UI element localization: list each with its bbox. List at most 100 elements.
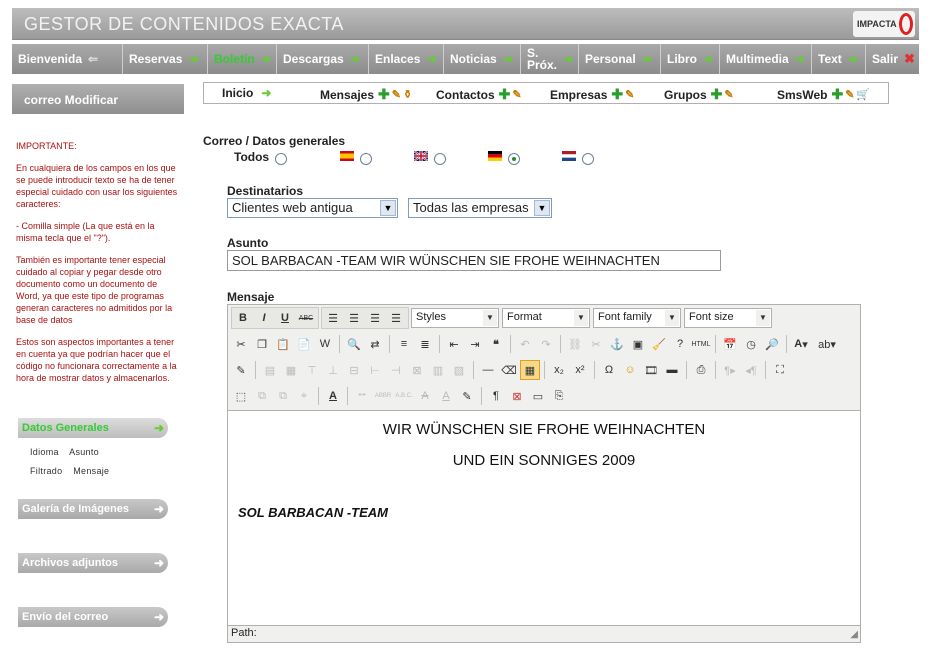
edit-icon[interactable]: ✎ (512, 88, 521, 101)
blockquote-icon[interactable]: ❝ (486, 334, 506, 354)
insert-time-icon[interactable]: ◷ (741, 334, 761, 354)
menu-salir[interactable]: Salir ✖ (866, 44, 918, 74)
subnav-empresas[interactable]: Empresas ✚ ✎ (550, 86, 634, 103)
edit-css-icon[interactable]: ✎ (231, 360, 251, 380)
menu-enlaces[interactable]: Enlaces ➜ (369, 44, 444, 74)
redo-icon[interactable]: ↷ (536, 334, 556, 354)
style-props-icon[interactable]: A (323, 386, 343, 406)
ltr-icon[interactable]: ¶▸ (720, 360, 740, 380)
replace-icon[interactable]: ⇄ (365, 334, 385, 354)
align-left-icon[interactable]: ☰ (323, 308, 343, 328)
bullet-list-icon[interactable]: ≡ (394, 334, 414, 354)
align-justify-icon[interactable]: ☰ (386, 308, 406, 328)
subnav-contactos[interactable]: Contactos ✚ ✎ (436, 86, 522, 103)
numbered-list-icon[interactable]: ≣ (415, 334, 435, 354)
subnav-smsweb[interactable]: SmsWeb ✚ ✎ 🛒 (777, 86, 870, 103)
move-backward-icon[interactable]: ⧉ (273, 386, 293, 406)
fullscreen-icon[interactable]: ⛶ (770, 360, 790, 380)
deletion-icon[interactable]: A (415, 386, 435, 406)
cart-icon[interactable]: 🛒 (856, 88, 870, 101)
align-right-icon[interactable]: ☰ (365, 308, 385, 328)
add-icon[interactable]: ✚ (378, 86, 390, 103)
hr-advanced-icon[interactable]: ▬ (662, 360, 682, 380)
sublink-filtrado[interactable]: Filtrado (30, 466, 62, 476)
page-break-icon[interactable]: ⎘ (549, 386, 569, 406)
menu-noticias[interactable]: Noticias ➜ (444, 44, 521, 74)
attributes-icon[interactable]: ✎ (457, 386, 477, 406)
add-icon[interactable]: ✚ (831, 86, 843, 103)
edit-icon[interactable]: ✎ (625, 88, 634, 101)
acronym-icon[interactable]: A.B.C. (394, 386, 414, 406)
cleanup-icon[interactable]: 🧹 (649, 334, 669, 354)
abbr-icon[interactable]: ABBR (373, 386, 393, 406)
unlink-icon[interactable]: ✂ (586, 334, 606, 354)
insert-layer-icon[interactable]: ⬚ (231, 386, 251, 406)
anchor-icon[interactable]: ⚓ (607, 334, 627, 354)
edit-icon[interactable]: ✎ (724, 88, 733, 101)
align-center-icon[interactable]: ☰ (344, 308, 364, 328)
menu-s-prox[interactable]: S. Próx. ➜ (521, 44, 579, 74)
special-char-icon[interactable]: Ω (599, 360, 619, 380)
add-icon[interactable]: ✚ (611, 86, 623, 103)
empresas-select[interactable]: Todas las empresas ▼ (408, 198, 552, 218)
eraser-icon[interactable]: ⌫ (499, 360, 519, 380)
menu-boletin[interactable]: Boletín ➜ (208, 44, 277, 74)
paste-icon[interactable]: 📋 (273, 334, 293, 354)
insert-col-after-icon[interactable]: ⊣ (386, 360, 406, 380)
subnav-grupos[interactable]: Grupos ✚ ✎ (664, 86, 734, 103)
destinatarios-select[interactable]: Clientes web antigua ▼ (227, 198, 398, 218)
media-icon[interactable]: 🎞 (641, 360, 661, 380)
undo-icon[interactable]: ↶ (515, 334, 535, 354)
menu-descargas[interactable]: Descargas ➜ (277, 44, 369, 74)
subnav-mensajes[interactable]: Mensajes ✚ ✎ ⚱ (320, 86, 412, 103)
sidebar-datos-generales-button[interactable]: Datos Generales ➜ (18, 418, 168, 438)
visual-chars-icon[interactable]: ¶ (486, 386, 506, 406)
copy-icon[interactable]: ❐ (252, 334, 272, 354)
insert-row-before-icon[interactable]: ⊤ (302, 360, 322, 380)
sublink-idioma[interactable]: Idioma (30, 447, 59, 457)
menu-reservas[interactable]: Reservas ➜ (123, 44, 208, 74)
split-cells-icon[interactable]: ▥ (428, 360, 448, 380)
insertion-icon[interactable]: A (436, 386, 456, 406)
font-family-select[interactable]: Font family ▼ (593, 308, 681, 328)
radio-todos[interactable] (275, 153, 287, 165)
paste-word-icon[interactable]: W (315, 334, 335, 354)
radio-de[interactable] (508, 153, 520, 165)
sublink-mensaje[interactable]: Mensaje (73, 466, 109, 476)
indent-icon[interactable]: ⇥ (465, 334, 485, 354)
radio-en[interactable] (434, 153, 446, 165)
print-icon[interactable]: ⎙ (691, 360, 711, 380)
preview-icon[interactable]: 🔎 (762, 334, 782, 354)
font-size-select[interactable]: Font size ▼ (684, 308, 772, 328)
html-icon[interactable]: HTML (691, 334, 711, 354)
help-icon[interactable]: ? (670, 334, 690, 354)
image-icon[interactable]: ▣ (628, 334, 648, 354)
insert-col-before-icon[interactable]: ⊢ (365, 360, 385, 380)
asunto-input[interactable]: SOL BARBACAN -TEAM WIR WÜNSCHEN SIE FROH… (227, 250, 721, 271)
text-color-icon[interactable]: A ▾ (791, 334, 811, 354)
menu-bienvenida[interactable]: Bienvenida ⇐ (12, 44, 123, 74)
table-row-props-icon[interactable]: ▤ (260, 360, 280, 380)
move-forward-icon[interactable]: ⧉ (252, 386, 272, 406)
menu-libro[interactable]: Libro ➜ (661, 44, 720, 74)
resize-handle-icon[interactable]: ◢ (850, 629, 858, 640)
underline-icon[interactable]: U (275, 308, 295, 328)
nonbreaking-icon[interactable]: ⊠ (507, 386, 527, 406)
template-icon[interactable]: ▭ (528, 386, 548, 406)
rtl-icon[interactable]: ◂¶ (741, 360, 761, 380)
insert-date-icon[interactable]: 📅 (720, 334, 740, 354)
cut-icon[interactable]: ✂ (231, 334, 251, 354)
table-cell-props-icon[interactable]: ▦ (281, 360, 301, 380)
radio-nl[interactable] (582, 153, 594, 165)
sidebar-envio-button[interactable]: Envío del correo ➜ (18, 607, 168, 627)
insert-row-after-icon[interactable]: ⊥ (323, 360, 343, 380)
link-icon[interactable]: ⛓ (565, 334, 585, 354)
editor-content[interactable]: WIR WÜNSCHEN SIE FROHE WEIHNACHTEN UND E… (228, 410, 860, 626)
menu-multimedia[interactable]: Multimedia ➜ (720, 44, 812, 74)
horizontal-rule-icon[interactable]: — (478, 360, 498, 380)
delete-row-icon[interactable]: ⊟ (344, 360, 364, 380)
delete-col-icon[interactable]: ⊠ (407, 360, 427, 380)
styles-select[interactable]: Styles ▼ (411, 308, 499, 328)
menu-personal[interactable]: Personal ➜ (579, 44, 661, 74)
superscript-icon[interactable]: x² (570, 360, 590, 380)
